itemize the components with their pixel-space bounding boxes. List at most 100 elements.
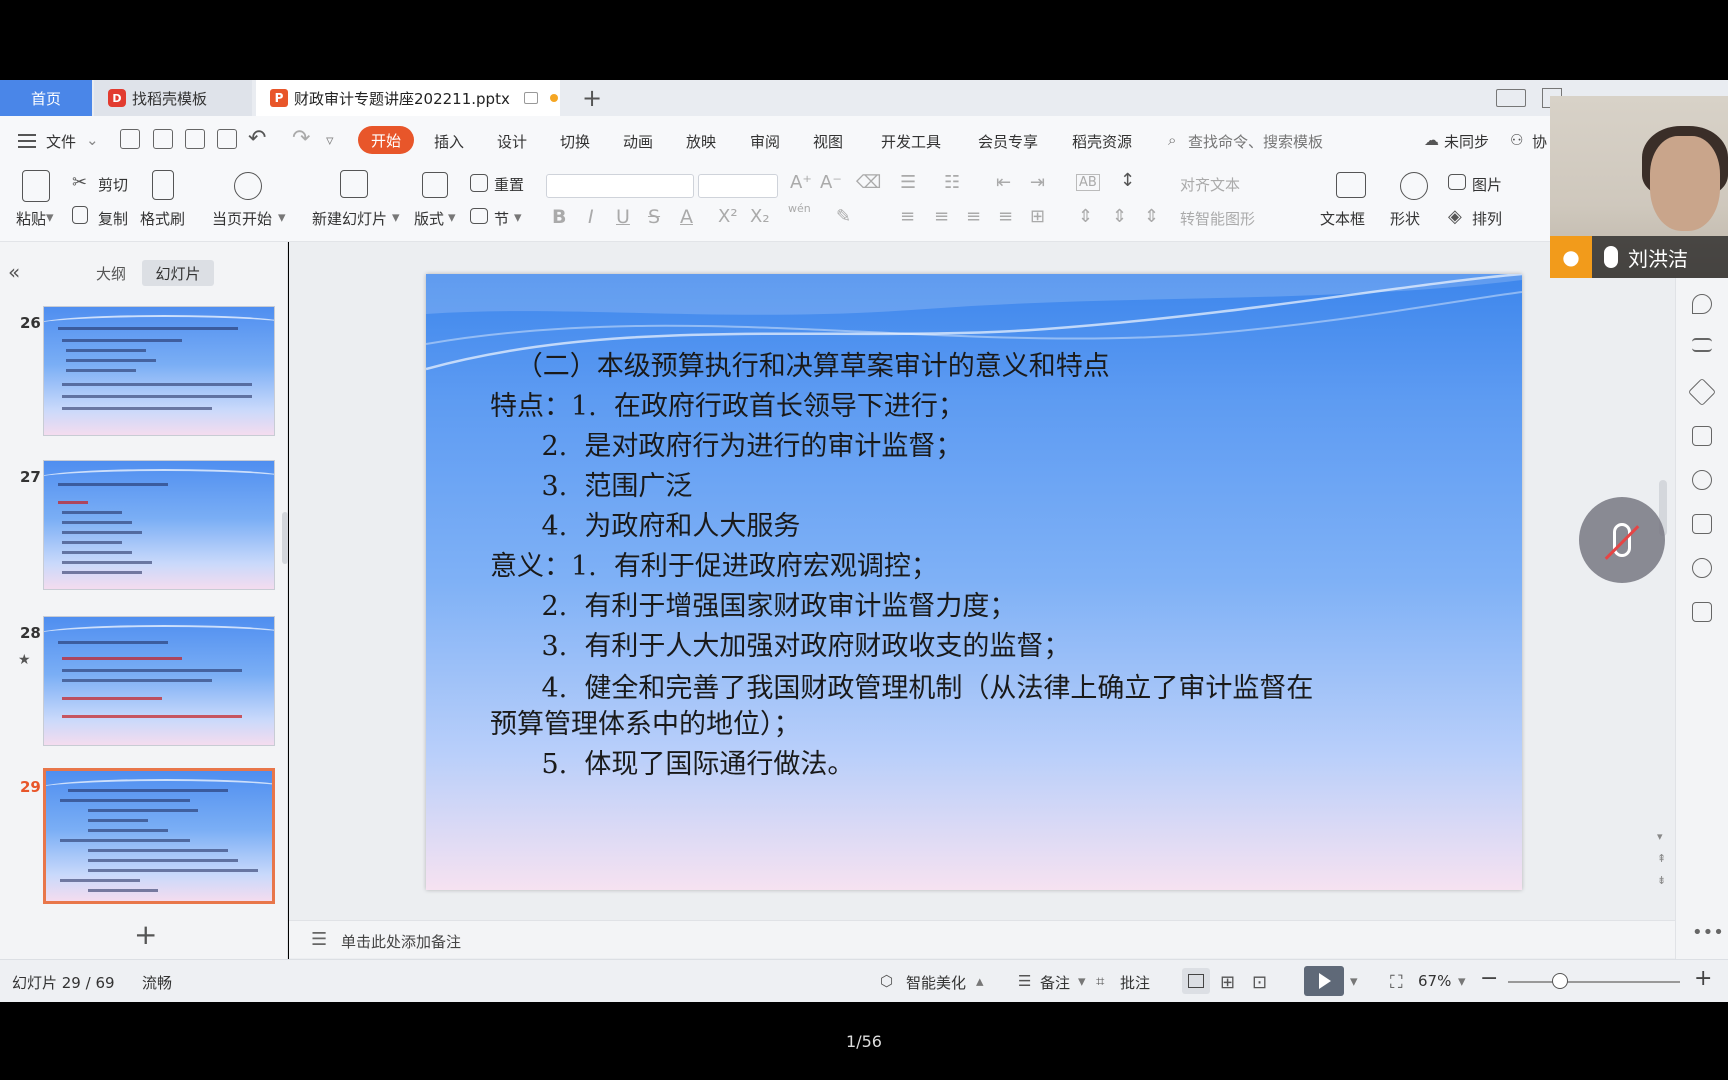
new-tab-button[interactable]: + — [582, 80, 602, 116]
book-icon[interactable] — [1692, 602, 1712, 622]
arrange-button[interactable]: 排列 — [1472, 208, 1502, 229]
user-icon[interactable]: ⚇ — [1510, 131, 1523, 149]
italic-button[interactable]: I — [588, 206, 594, 228]
copy-button[interactable]: 复制 — [98, 208, 128, 229]
zoom-level[interactable]: 67% — [1418, 972, 1451, 990]
redo-icon[interactable]: ↷ — [292, 126, 310, 151]
align-center-icon[interactable]: ≡ — [934, 206, 949, 227]
chevron-down-icon[interactable]: ▾ — [1458, 972, 1466, 990]
bold-button[interactable]: B — [552, 206, 566, 228]
collaborate-button[interactable]: 协 — [1532, 131, 1547, 152]
font-color-button[interactable]: A — [680, 206, 693, 228]
tab-outline[interactable]: 大纲 — [90, 260, 132, 286]
tab-document[interactable]: P 财政审计专题讲座202211.pptx — [256, 80, 560, 116]
justify-icon[interactable]: ≡ — [998, 206, 1013, 227]
slide-thumbnail[interactable] — [43, 306, 275, 436]
smart-beautify-button[interactable]: 智能美化 — [906, 972, 966, 993]
image-edit-icon[interactable] — [1692, 514, 1712, 534]
save-icon[interactable] — [120, 129, 140, 149]
menu-member[interactable]: 会员专享 — [978, 131, 1038, 152]
zoom-slider[interactable] — [1508, 981, 1680, 983]
numbered-list-icon[interactable]: ☷ — [944, 172, 960, 193]
paragraph-spacing-icon[interactable]: ⇕ — [1078, 206, 1093, 227]
increase-font-icon[interactable]: A⁺ — [790, 172, 812, 193]
screen-icon[interactable] — [1692, 426, 1712, 446]
chevron-up-icon[interactable]: ▴ — [976, 972, 984, 990]
chevron-down-icon[interactable]: ⌄ — [86, 131, 99, 149]
menu-docer-resources[interactable]: 稻壳资源 — [1072, 131, 1132, 152]
cut-button[interactable]: 剪切 — [98, 174, 128, 195]
theme-name[interactable]: 流畅 — [142, 972, 172, 993]
tab-home[interactable]: 首页 — [0, 80, 92, 116]
window-icon[interactable] — [523, 92, 538, 104]
font-family-select[interactable] — [546, 174, 694, 198]
phonetic-guide-button[interactable]: wén — [788, 202, 811, 215]
distribute-icon[interactable]: ⊞ — [1030, 206, 1045, 227]
superscript-button[interactable]: X² — [718, 206, 738, 227]
menu-file[interactable]: 文件 — [46, 131, 76, 152]
slide-thumbnail[interactable] — [43, 616, 275, 746]
hamburger-icon[interactable] — [18, 134, 36, 148]
chevron-down-icon[interactable]: ▾ — [278, 208, 286, 226]
quick-access-more-icon[interactable]: ▿ — [326, 131, 334, 149]
notes-input[interactable]: 单击此处添加备注 — [341, 931, 461, 952]
scroll-down-icon[interactable]: ▾ — [1657, 830, 1663, 843]
font-size-select[interactable] — [698, 174, 778, 198]
previous-slide-icon[interactable]: ⇞ — [1657, 852, 1666, 865]
tab-slides[interactable]: 幻灯片 — [142, 260, 214, 286]
menu-transition[interactable]: 切换 — [560, 131, 590, 152]
pin-icon[interactable] — [1687, 377, 1717, 407]
next-slide-icon[interactable]: ⇟ — [1657, 874, 1666, 887]
chevron-down-icon[interactable]: ▾ — [448, 208, 456, 226]
help-icon[interactable] — [1692, 470, 1712, 490]
zoom-slider-handle[interactable] — [1552, 973, 1568, 989]
text-box-button[interactable]: 文本框 — [1320, 208, 1365, 229]
new-slide-button[interactable]: 新建幻灯片 — [312, 208, 387, 229]
sorter-view-icon[interactable]: ⊞ — [1220, 972, 1235, 993]
menu-animation[interactable]: 动画 — [623, 131, 653, 152]
menu-slideshow[interactable]: 放映 — [686, 131, 716, 152]
paste-button[interactable]: 粘贴 — [16, 208, 46, 229]
menu-developer[interactable]: 开发工具 — [881, 131, 941, 152]
align-right-icon[interactable]: ≡ — [966, 206, 981, 227]
menu-start[interactable]: 开始 — [358, 126, 414, 154]
align-left-icon[interactable]: ≡ — [900, 206, 915, 227]
paste-dropdown-icon[interactable]: ▾ — [46, 208, 54, 226]
normal-view-button[interactable] — [1182, 968, 1210, 994]
command-search-input[interactable]: 查找命令、搜索模板 — [1188, 131, 1323, 152]
collapse-panel-icon[interactable]: « — [8, 260, 20, 284]
text-direction-icon[interactable]: AB — [1076, 174, 1100, 191]
align-text-button[interactable]: 对齐文本 — [1180, 174, 1240, 195]
menu-insert[interactable]: 插入 — [434, 131, 464, 152]
reset-button[interactable]: 重置 — [494, 174, 524, 195]
chevron-down-icon[interactable]: ▾ — [392, 208, 400, 226]
microphone-muted-button[interactable] — [1579, 497, 1665, 583]
slide-thumbnail-selected[interactable] — [43, 768, 275, 904]
slide-canvas[interactable]: （二）本级预算执行和决算草案审计的意义和特点 特点：1. 在政府行政首长领导下进… — [426, 274, 1522, 890]
slide-thumbnail[interactable] — [43, 460, 275, 590]
menu-view[interactable]: 视图 — [813, 131, 843, 152]
undo-icon[interactable]: ↶ — [248, 126, 266, 151]
chevron-down-icon[interactable]: ▾ — [1078, 972, 1086, 990]
paste-icon[interactable] — [22, 170, 50, 202]
line-spacing-icon[interactable]: ↕ — [1120, 170, 1135, 191]
layout-button[interactable]: 版式 — [414, 208, 444, 229]
tab-template[interactable]: D 找稻壳模板 — [94, 80, 252, 116]
shape-button[interactable]: 形状 — [1390, 208, 1420, 229]
reading-view-icon[interactable]: ⊡ — [1252, 972, 1267, 993]
comments-button[interactable]: 批注 — [1120, 972, 1150, 993]
search-icon[interactable]: ⌕ — [1168, 131, 1176, 149]
clear-format-icon[interactable]: ⌫ — [856, 172, 881, 193]
decrease-font-icon[interactable]: A⁻ — [820, 172, 842, 193]
menu-review[interactable]: 审阅 — [750, 131, 780, 152]
chevron-down-icon[interactable]: ▾ — [1350, 972, 1358, 990]
format-painter-button[interactable]: 格式刷 — [140, 208, 185, 229]
menu-design[interactable]: 设计 — [497, 131, 527, 152]
spacing-after-icon[interactable]: ⇕ — [1144, 206, 1159, 227]
spacing-before-icon[interactable]: ⇕ — [1112, 206, 1127, 227]
chevron-down-icon[interactable]: ▾ — [514, 208, 522, 226]
export-pdf-icon[interactable] — [153, 129, 173, 149]
cloud-sync-icon[interactable]: ☁ — [1424, 131, 1439, 149]
smart-shape-button[interactable]: 转智能图形 — [1180, 208, 1255, 229]
settings-sliders-icon[interactable] — [1692, 338, 1712, 352]
